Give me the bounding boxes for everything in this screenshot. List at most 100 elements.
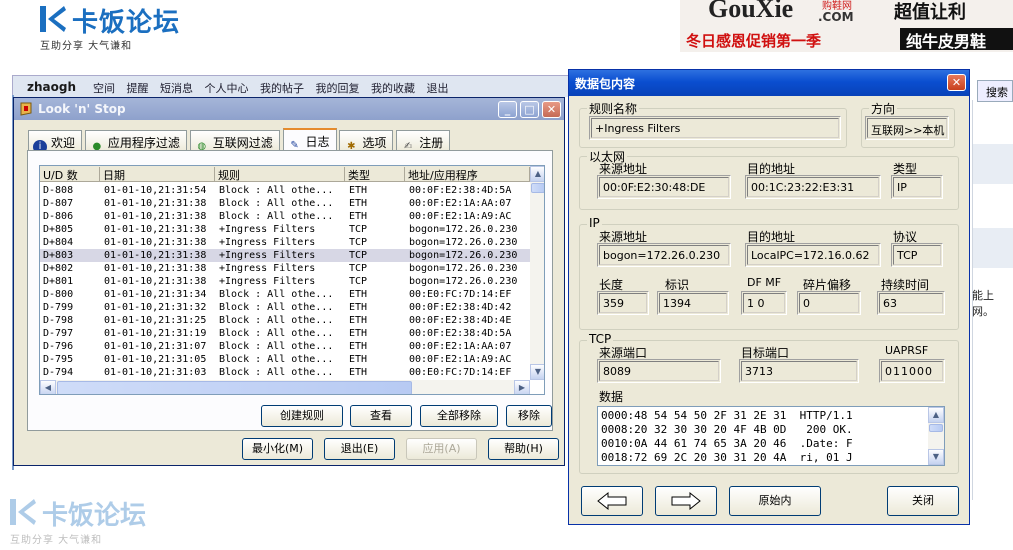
look-n-stop-window: Look 'n' Stop _ □ ✕ i 欢迎 ● 应用程序过滤 ◍ 互联网过滤 ✎…: [13, 97, 565, 466]
table-row[interactable]: D-794 01-01-10,21:31:03 Block : All othe..…: [40, 366, 530, 379]
hex-data-view[interactable]: 0000:48 54 54 50 2F 31 2E 31 HTTP/1.1 00…: [597, 406, 945, 466]
length-field: 359: [597, 291, 649, 315]
vertical-scrollbar[interactable]: ▲ ▼: [530, 166, 544, 380]
nav-link-remind[interactable]: 提醒: [127, 82, 149, 95]
table-cell: ETH: [349, 315, 368, 326]
nav-link-messages[interactable]: 短消息: [160, 82, 193, 95]
nav-link-profile[interactable]: 个人中心: [205, 82, 249, 95]
ad-banner[interactable]: GouXie 购鞋网 .COM 冬日感恩促销第一季 超值让利 纯牛皮男鞋: [680, 0, 1013, 52]
ttl-field: 63: [877, 291, 945, 315]
close-icon[interactable]: ✕: [947, 74, 966, 91]
scroll-thumb[interactable]: [531, 183, 544, 193]
close-button[interactable]: ✕: [542, 101, 561, 118]
table-row[interactable]: D-800 01-01-10,21:31:34 Block : All othe..…: [40, 288, 530, 301]
table-cell: D+801: [43, 276, 74, 287]
table-row[interactable]: D-797 01-01-10,21:31:19 Block : All othe..…: [40, 327, 530, 340]
table-cell: 01-01-10,21:31:38: [104, 250, 207, 261]
scroll-up-icon[interactable]: ▲: [928, 407, 944, 423]
tab-welcome[interactable]: i 欢迎: [28, 130, 83, 154]
nav-link-my-posts[interactable]: 我的帖子: [260, 82, 304, 95]
col-header-rule[interactable]: 规则: [215, 167, 345, 182]
col-header-ud[interactable]: U/D 数: [40, 167, 100, 182]
help-button[interactable]: 帮助(H): [488, 438, 559, 460]
nav-link-favorites[interactable]: 我的收藏: [371, 82, 415, 95]
search-button[interactable]: 搜索: [977, 80, 1013, 102]
scroll-left-icon[interactable]: ◀: [40, 380, 56, 394]
minimize-button[interactable]: _: [498, 101, 517, 118]
src-port-field: 8089: [597, 359, 721, 383]
tab-internet-filter[interactable]: ◍ 互联网过滤: [189, 130, 280, 152]
table-row[interactable]: D-796 01-01-10,21:31:07 Block : All othe..…: [40, 340, 530, 353]
ident-field: 1394: [657, 291, 729, 315]
table-row[interactable]: D-799 01-01-10,21:31:32 Block : All othe..…: [40, 301, 530, 314]
scroll-thumb-horizontal[interactable]: [57, 381, 412, 394]
table-row[interactable]: D-795 01-01-10,21:31:05 Block : All othe..…: [40, 353, 530, 366]
apply-button[interactable]: 应用(A): [406, 438, 477, 460]
table-cell: D-808: [43, 185, 74, 196]
tab-log[interactable]: ✎ 日志: [282, 128, 337, 152]
table-cell: D-797: [43, 328, 74, 339]
scroll-right-icon[interactable]: ▶: [514, 380, 530, 394]
tab-options[interactable]: ✱ 选项: [339, 130, 394, 152]
table-row[interactable]: D+803 01-01-10,21:31:38 +Ingress Filters TC…: [40, 249, 530, 262]
next-packet-button[interactable]: [655, 486, 717, 516]
scroll-thumb[interactable]: [929, 424, 943, 432]
col-header-address[interactable]: 地址/应用程序: [405, 167, 530, 182]
maximize-button[interactable]: □: [520, 101, 539, 118]
arrow-left-icon: [597, 491, 627, 511]
lns-titlebar[interactable]: Look 'n' Stop _ □ ✕: [14, 98, 564, 120]
app-icon: [20, 102, 32, 116]
table-row[interactable]: D+805 01-01-10,21:31:38 +Ingress Filters TC…: [40, 223, 530, 236]
table-cell: ETH: [349, 289, 368, 300]
remove-button[interactable]: 移除: [506, 405, 552, 427]
tab-register[interactable]: ✍ 注册: [396, 130, 451, 152]
close-dialog-button[interactable]: 关闭: [887, 486, 959, 516]
direction-field: 互联网>>本机: [865, 116, 949, 140]
create-rule-button[interactable]: 创建规则: [261, 405, 343, 427]
table-row[interactable]: D-807 01-01-10,21:31:38 Block : All othe..…: [40, 197, 530, 210]
view-button[interactable]: 查看: [350, 405, 412, 427]
previous-packet-button[interactable]: [581, 486, 643, 516]
nav-username[interactable]: zhaogh: [27, 80, 76, 94]
horizontal-scrollbar[interactable]: ◀ ▶: [40, 380, 530, 394]
scroll-down-icon[interactable]: ▼: [928, 449, 944, 465]
table-row[interactable]: D+804 01-01-10,21:31:38 +Ingress Filters TC…: [40, 236, 530, 249]
nav-link-space[interactable]: 空间: [93, 82, 115, 95]
table-cell: +Ingress Filters: [219, 276, 316, 287]
minimize-app-button[interactable]: 最小化(M): [242, 438, 313, 460]
table-cell: TCP: [349, 224, 368, 235]
table-cell: 01-01-10,21:31:32: [104, 302, 207, 313]
table-cell: 01-01-10,21:31:05: [104, 354, 207, 365]
packet-titlebar[interactable]: 数据包内容 ✕: [569, 70, 969, 96]
scroll-down-icon[interactable]: ▼: [530, 364, 544, 380]
table-cell: bogon=172.26.0.230: [409, 237, 518, 248]
table-row[interactable]: D+802 01-01-10,21:31:38 +Ingress Filters TC…: [40, 262, 530, 275]
log-list[interactable]: U/D 数 日期 规则 类型 地址/应用程序 D-808 01-01-10,21:…: [39, 165, 545, 395]
nav-link-my-replies[interactable]: 我的回复: [316, 82, 360, 95]
nav-link-logout[interactable]: 退出: [427, 82, 449, 95]
table-cell: 00:E0:FC:7D:14:EF: [409, 289, 512, 300]
hex-scrollbar[interactable]: ▲ ▼: [928, 407, 944, 465]
table-row[interactable]: D-806 01-01-10,21:31:38 Block : All othe..…: [40, 210, 530, 223]
table-cell: 00:0F:E2:38:4D:5A: [409, 185, 512, 196]
col-header-date[interactable]: 日期: [100, 167, 215, 182]
table-cell: ETH: [349, 341, 368, 352]
table-cell: ETH: [349, 198, 368, 209]
table-cell: Block : All othe...: [219, 354, 334, 365]
table-cell: Block : All othe...: [219, 211, 334, 222]
lns-title: Look 'n' Stop: [38, 102, 126, 116]
table-cell: D-798: [43, 315, 74, 326]
table-cell: D-795: [43, 354, 74, 365]
raw-content-button[interactable]: 原始内: [729, 486, 821, 516]
exit-button[interactable]: 退出(E): [324, 438, 395, 460]
scroll-up-icon[interactable]: ▲: [530, 166, 544, 182]
hex-line: 0018:72 69 2C 20 30 31 20 4A ri, 01 J: [601, 451, 853, 464]
forum-logo[interactable]: 卡饭论坛 互助分享 大气谦和: [38, 4, 198, 52]
col-header-type[interactable]: 类型: [345, 167, 405, 182]
remove-all-button[interactable]: 全部移除: [420, 405, 498, 427]
table-row[interactable]: D-808 01-01-10,21:31:54 Block : All othe..…: [40, 184, 530, 197]
tab-label: 选项: [362, 136, 387, 150]
table-row[interactable]: D-798 01-01-10,21:31:25 Block : All othe..…: [40, 314, 530, 327]
table-row[interactable]: D+801 01-01-10,21:31:38 +Ingress Filters TC…: [40, 275, 530, 288]
tab-app-filter[interactable]: ● 应用程序过滤: [84, 130, 187, 152]
